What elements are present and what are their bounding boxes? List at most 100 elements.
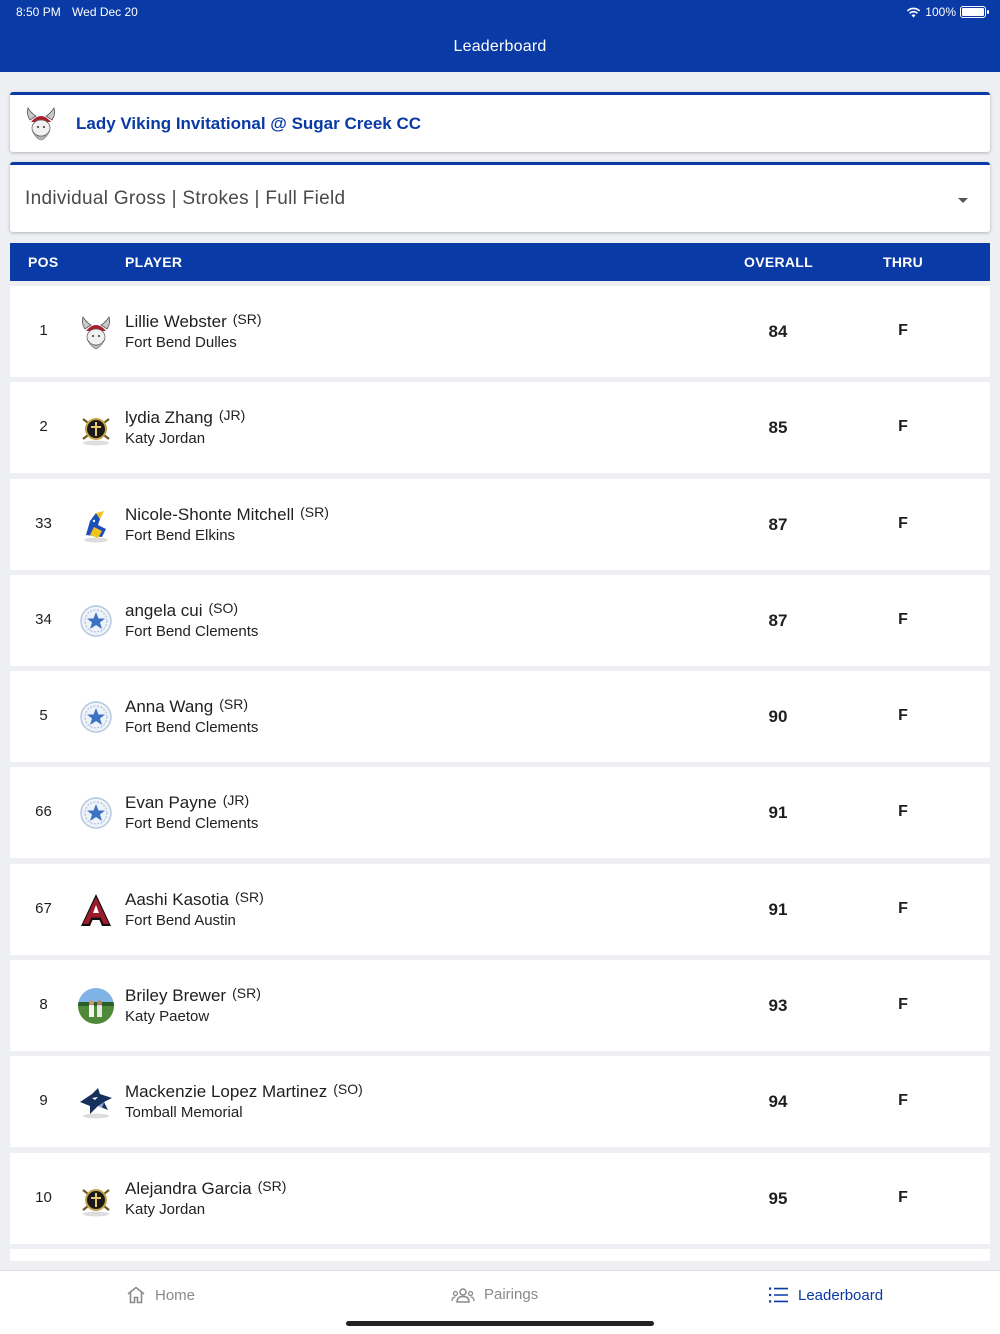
overall-score: 95 [768,1188,788,1208]
tab-home[interactable]: Home [126,1286,195,1304]
leaderboard-filter-select[interactable]: Individual Gross | Strokes | Full Field [10,162,990,232]
thru-status: F [898,610,908,628]
viking-logo-icon [81,316,111,350]
overall-score: 87 [768,610,788,630]
player-info: Aashi Kasotia (SR) Fort Bend Austin [125,889,264,929]
player-name: Aashi Kasotia [125,889,229,909]
warrior-logo-icon [82,1188,110,1217]
tab-pairings[interactable]: Pairings [451,1286,538,1303]
warrior-logo-icon [82,418,110,446]
table-row[interactable]: 1 Lillie Webster (SR) Fort Bend Dulles 84… [10,286,990,377]
player-name: lydia Zhang [125,408,213,428]
player-school: Fort Bend Dulles [125,334,237,351]
battery-icon [960,6,989,18]
event-card[interactable]: Lady Viking Invitational @ Sugar Creek C… [10,92,990,152]
people-icon [451,1287,475,1303]
letter-a-logo-icon [81,893,111,926]
table-row[interactable]: 33 Nicole-Shonte Mitchell (SR) Fort Bend … [10,478,990,570]
player-info: Lillie Webster (SR) Fort Bend Dulles [125,311,262,351]
ranger-logo-icon [80,797,112,830]
player-school: Fort Bend Clements [125,815,259,833]
table-row[interactable]: 2 lydia Zhang (JR) Katy Jordan 85 F [10,382,990,474]
player-class-year: (SR) [232,985,261,1002]
table-row[interactable]: 5 Anna Wang (SR) Fort Bend Clements 90 F [10,671,990,763]
player-class-year: (SR) [257,1177,287,1194]
row-position: 66 [35,803,52,821]
table-row[interactable]: 34 angela cui (SO) Fort Bend Clements 87 … [10,574,990,666]
wifi-icon [907,7,921,17]
player-school: Katy Paetow [125,1008,210,1026]
event-title: Lady Viking Invitational @ Sugar Creek C… [76,113,422,133]
column-header-thru: THRU [883,254,924,270]
player-info: Mackenzie Lopez Martinez (SO) Tomball Mem… [125,1081,363,1121]
table-row-partial [10,1249,990,1261]
player-class-year: (SO) [208,599,239,616]
overall-score: 85 [768,418,788,438]
row-position: 5 [39,707,48,725]
thru-status: F [898,1092,908,1110]
player-info: angela cui (SO) Fort Bend Clements [125,599,258,640]
player-info: Evan Payne (JR) Fort Bend Clements [125,792,259,833]
player-name: Mackenzie Lopez Martinez [125,1082,328,1102]
overall-score: 91 [768,803,788,823]
thru-status: F [898,899,908,917]
player-class-year: (SR) [232,311,262,327]
list-icon [769,1287,788,1303]
row-position: 67 [35,899,52,917]
table-row[interactable]: 10 Alejandra Garcia (SR) Katy Jordan 95 F [10,1152,990,1244]
row-position: 34 [35,610,52,628]
player-info: Anna Wang (SR) Fort Bend Clements [125,696,259,737]
player-class-year: (JR) [222,792,250,809]
row-position: 2 [39,418,48,436]
column-header-player: PLAYER [125,254,183,270]
ranger-logo-icon [80,701,112,733]
battery-percent: 100% [925,5,956,19]
thru-status: F [898,1188,908,1206]
player-name: Anna Wang [125,697,214,717]
player-name: Nicole-Shonte Mitchell [125,504,295,524]
thru-status: F [898,803,908,821]
table-row[interactable]: 67 Aashi Kasotia (SR) Fort Bend Austin 91… [10,863,990,955]
status-time: 8:50 PM [16,5,61,19]
player-class-year: (JR) [218,407,246,424]
table-row[interactable]: 9 Mackenzie Lopez Martinez (SO) Tomball M… [10,1056,990,1148]
tab-leaderboard[interactable]: Leaderboard [768,1286,883,1304]
overall-score: 94 [768,1092,788,1112]
home-indicator [346,1321,654,1326]
column-header-pos: POS [28,254,59,270]
table-row[interactable]: 66 Evan Payne (JR) Fort Bend Clements 91 … [10,767,990,859]
photo-avatar-icon [78,988,114,1025]
ranger-logo-icon [80,605,112,637]
tab-pairings-label: Pairings [484,1286,539,1303]
thru-status: F [898,996,908,1014]
tab-leaderboard-label: Leaderboard [798,1286,884,1304]
player-class-year: (SR) [219,696,248,713]
player-class-year: (SO) [333,1081,363,1098]
page-title: Leaderboard [453,38,547,55]
filter-label: Individual Gross | Strokes | Full Field [25,187,346,209]
thru-status: F [898,707,908,725]
viking-logo-icon [26,106,56,140]
status-date: Wed Dec 20 [72,5,138,19]
player-name: Lillie Webster [125,312,227,331]
row-position: 8 [39,996,48,1014]
player-school: Katy Jordan [125,430,206,448]
player-school: Fort Bend Clements [125,719,259,737]
player-name: Briley Brewer [125,986,227,1006]
chevron-down-icon [958,198,968,203]
wildcat-logo-icon [80,1088,112,1119]
top-bar: 8:50 PM Wed Dec 20 100% Leaderboard [0,0,1000,72]
player-info: Briley Brewer (SR) Katy Paetow [125,985,261,1026]
overall-score: 91 [768,899,788,919]
player-info: Nicole-Shonte Mitchell (SR) Fort Bend Elk… [125,504,329,544]
table-row[interactable]: 8 Briley Brewer (SR) Katy Paetow 93 F [10,960,990,1052]
row-position: 1 [39,322,48,339]
player-name: angela cui [125,600,203,620]
player-name: Evan Payne [125,793,217,813]
player-info: Alejandra Garcia (SR) Katy Jordan [125,1177,287,1218]
knight-logo-icon [84,510,108,543]
row-position: 33 [35,514,52,532]
player-school: Fort Bend Elkins [125,526,236,544]
status-bar-left: 8:50 PM Wed Dec 20 [16,5,146,19]
thru-status: F [898,418,908,436]
